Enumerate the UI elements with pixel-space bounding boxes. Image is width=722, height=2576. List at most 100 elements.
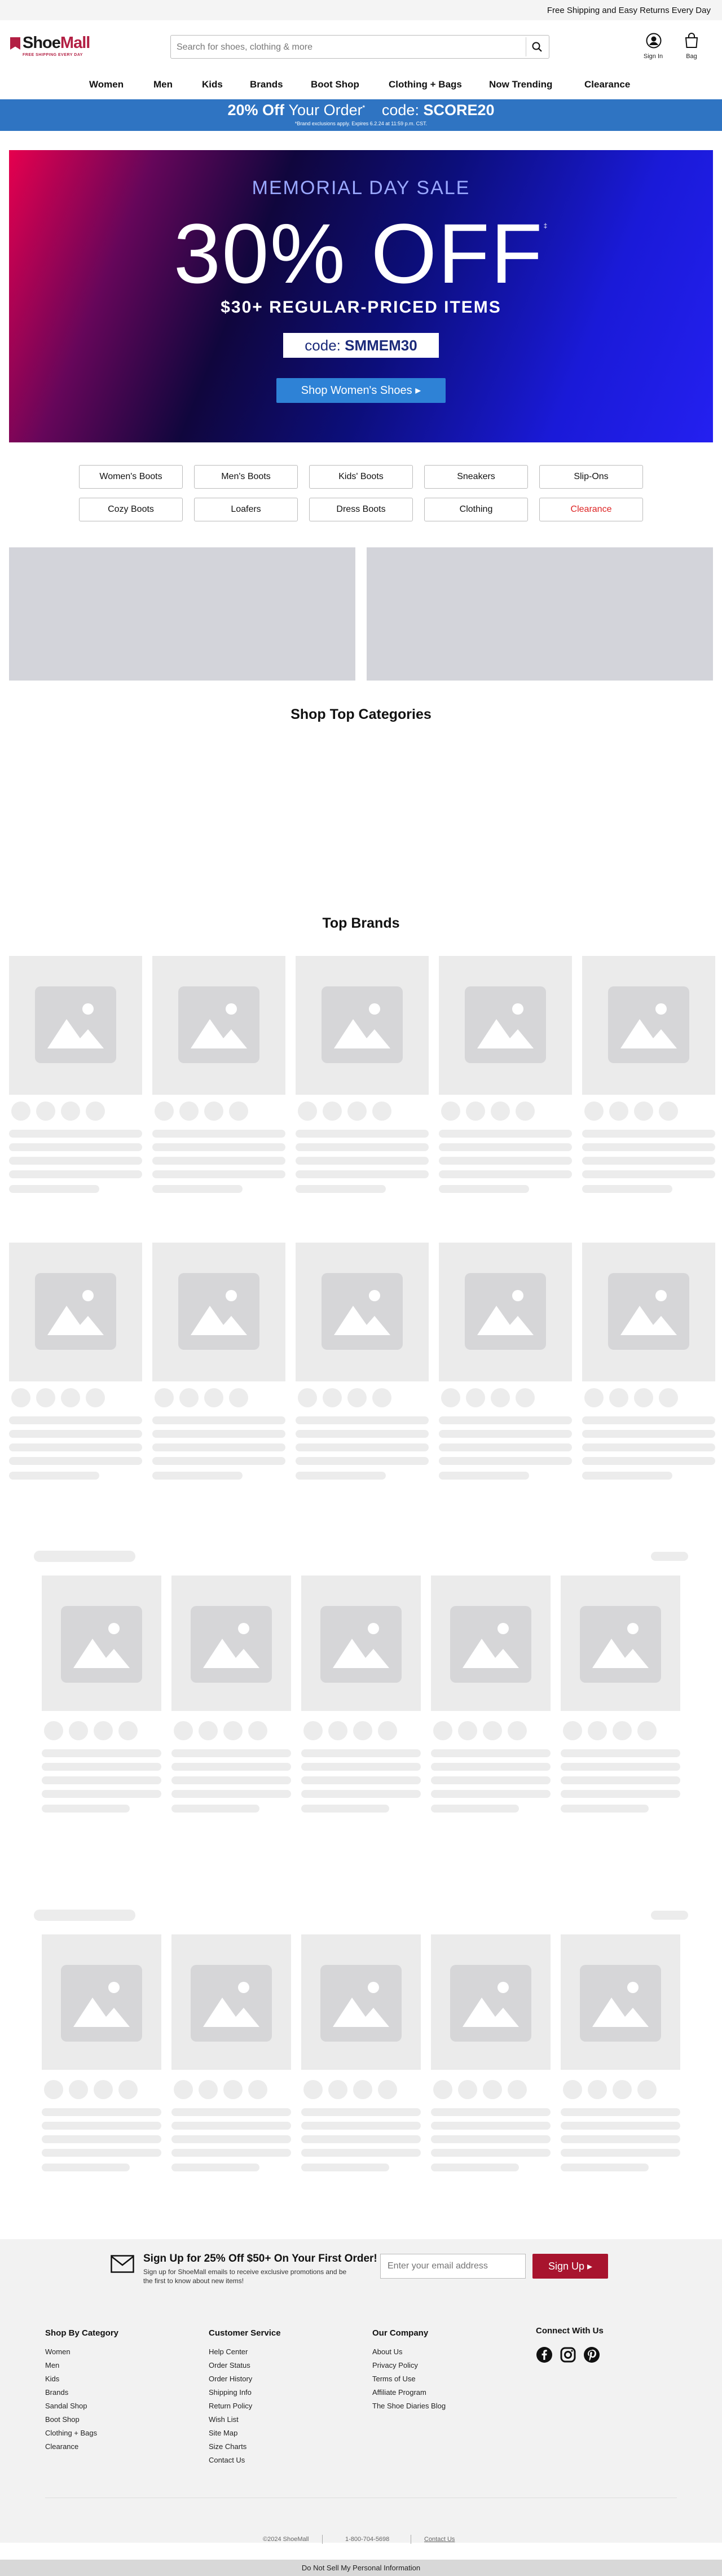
swatch-skeleton xyxy=(508,1721,527,1740)
category-pill-clearance[interactable]: Clearance xyxy=(539,498,643,521)
pinterest-icon[interactable] xyxy=(583,2346,600,2366)
category-pill[interactable]: Men's Boots xyxy=(194,465,298,489)
promo-banner[interactable]: 20% Off Your Order* code: SCORE20 *Brand… xyxy=(0,99,722,131)
sign-in-button[interactable]: Sign In xyxy=(636,32,670,62)
do-not-sell-link[interactable]: Do Not Sell My Personal Information xyxy=(0,2560,722,2576)
signup-button[interactable]: Sign Up ▸ xyxy=(532,2254,608,2279)
footer-link[interactable]: Contact Us xyxy=(209,2456,281,2469)
swatch-skeleton xyxy=(466,1388,485,1407)
swatch-skeleton xyxy=(659,1102,678,1121)
product-image-placeholder xyxy=(152,1243,285,1381)
text-line-skeleton xyxy=(431,2135,551,2143)
swatch-skeleton xyxy=(94,1721,113,1740)
signup-text: Sign up for ShoeMall emails to receive e… xyxy=(143,2268,347,2285)
swatch-skeleton xyxy=(328,1721,347,1740)
search-input[interactable] xyxy=(177,41,515,54)
footer-link[interactable]: Help Center xyxy=(209,2347,281,2361)
footer-link[interactable]: The Shoe Diaries Blog xyxy=(372,2402,446,2415)
section-heading-top-brands: Top Brands xyxy=(322,915,400,931)
facebook-icon[interactable] xyxy=(536,2346,553,2366)
text-line-skeleton xyxy=(171,2135,291,2143)
swatch-skeleton xyxy=(491,1388,510,1407)
swatch-skeleton xyxy=(44,1721,63,1740)
category-pill[interactable]: Cozy Boots xyxy=(79,498,183,521)
nav-clearance[interactable]: Clearance xyxy=(584,79,630,90)
footer-link[interactable]: Boot Shop xyxy=(45,2415,118,2429)
swatch-skeleton xyxy=(563,2080,582,2099)
nav-now-trending[interactable]: Now Trending xyxy=(489,79,552,90)
nav-boot-shop[interactable]: Boot Shop xyxy=(311,79,359,90)
text-line-skeleton xyxy=(296,1472,386,1480)
hero-cta-button[interactable]: Shop Women's Shoes ▸ xyxy=(276,378,446,403)
product-image-placeholder xyxy=(42,1576,161,1711)
promo-tile-placeholder[interactable] xyxy=(9,547,355,681)
footer-link[interactable]: Terms of Use xyxy=(372,2375,446,2388)
product-image-placeholder xyxy=(582,956,715,1095)
category-pill[interactable]: Women's Boots xyxy=(79,465,183,489)
image-placeholder-icon xyxy=(61,1965,142,2042)
nav-clothing-bags[interactable]: Clothing + Bags xyxy=(389,79,462,90)
footer-link[interactable]: Clearance xyxy=(45,2442,118,2456)
category-pill[interactable]: Clothing xyxy=(424,498,528,521)
footer-link[interactable]: Shipping Info xyxy=(209,2388,281,2402)
text-line-skeleton xyxy=(301,2108,421,2116)
footer-link[interactable]: Order Status xyxy=(209,2361,281,2375)
footer-link[interactable]: About Us xyxy=(372,2347,446,2361)
text-line-skeleton xyxy=(9,1443,142,1451)
footer-link[interactable]: Site Map xyxy=(209,2429,281,2442)
category-pill[interactable]: Sneakers xyxy=(424,465,528,489)
bag-button[interactable]: Bag xyxy=(675,32,708,62)
text-line-skeleton xyxy=(301,2122,421,2130)
contact-link[interactable]: Contact Us xyxy=(424,2536,455,2543)
instagram-icon[interactable] xyxy=(560,2346,576,2366)
text-line-skeleton xyxy=(561,1763,680,1771)
swatch-skeleton xyxy=(433,2080,452,2099)
footer-link[interactable]: Sandal Shop xyxy=(45,2402,118,2415)
category-pill[interactable]: Dress Boots xyxy=(309,498,413,521)
nav-brands[interactable]: Brands xyxy=(250,79,283,90)
category-pill[interactable]: Kids' Boots xyxy=(309,465,413,489)
footer-link[interactable]: Women xyxy=(45,2347,118,2361)
footer-link[interactable]: Privacy Policy xyxy=(372,2361,446,2375)
footer-link[interactable]: Wish List xyxy=(209,2415,281,2429)
footer-link[interactable]: Clothing + Bags xyxy=(45,2429,118,2442)
hero-banner[interactable]: MEMORIAL DAY SALE 30% OFF‡ $30+ REGULAR-… xyxy=(9,150,713,442)
swatch-skeleton xyxy=(94,2080,113,2099)
text-line-skeleton xyxy=(9,1143,142,1151)
footer-link[interactable]: Men xyxy=(45,2361,118,2375)
text-line-skeleton xyxy=(171,2122,291,2130)
shoemall-logo[interactable]: ShoeMall FREE SHIPPING EVERY DAY xyxy=(10,34,109,61)
promo-code-label: code: xyxy=(381,102,419,119)
promo-tile-placeholder[interactable] xyxy=(367,547,713,681)
text-line-skeleton xyxy=(561,1805,649,1813)
top-announcement-bar: Free Shipping and Easy Returns Every Day xyxy=(0,0,722,20)
footer-link[interactable]: Affiliate Program xyxy=(372,2388,446,2402)
footer-link[interactable]: Return Policy xyxy=(209,2402,281,2415)
footer-link[interactable]: Brands xyxy=(45,2388,118,2402)
image-placeholder-icon xyxy=(450,1965,531,2042)
section-title-skeleton xyxy=(34,1551,135,1562)
text-line-skeleton xyxy=(42,2164,130,2171)
image-placeholder-icon xyxy=(35,1273,116,1350)
footer-link[interactable]: Kids xyxy=(45,2375,118,2388)
swatch-skeleton xyxy=(584,1388,604,1407)
nav-men[interactable]: Men xyxy=(153,79,173,90)
hero-headline: 30% OFF xyxy=(173,206,544,301)
category-pill[interactable]: Slip-Ons xyxy=(539,465,643,489)
phone-number[interactable]: 1-800-704-5698 xyxy=(345,2536,389,2543)
footer-link[interactable]: Order History xyxy=(209,2375,281,2388)
swatch-skeleton xyxy=(174,1721,193,1740)
footer-link[interactable]: Size Charts xyxy=(209,2442,281,2456)
swatch-skeleton xyxy=(441,1388,460,1407)
search-button[interactable] xyxy=(526,37,547,56)
nav-kids[interactable]: Kids xyxy=(202,79,223,90)
text-line-skeleton xyxy=(296,1443,429,1451)
email-input[interactable] xyxy=(380,2254,526,2279)
nav-women[interactable]: Women xyxy=(89,79,124,90)
swatch-skeleton xyxy=(637,1721,657,1740)
text-line-skeleton xyxy=(296,1130,429,1138)
text-line-skeleton xyxy=(439,1443,572,1451)
text-line-skeleton xyxy=(152,1443,285,1451)
category-pill[interactable]: Loafers xyxy=(194,498,298,521)
swatch-skeleton xyxy=(637,2080,657,2099)
